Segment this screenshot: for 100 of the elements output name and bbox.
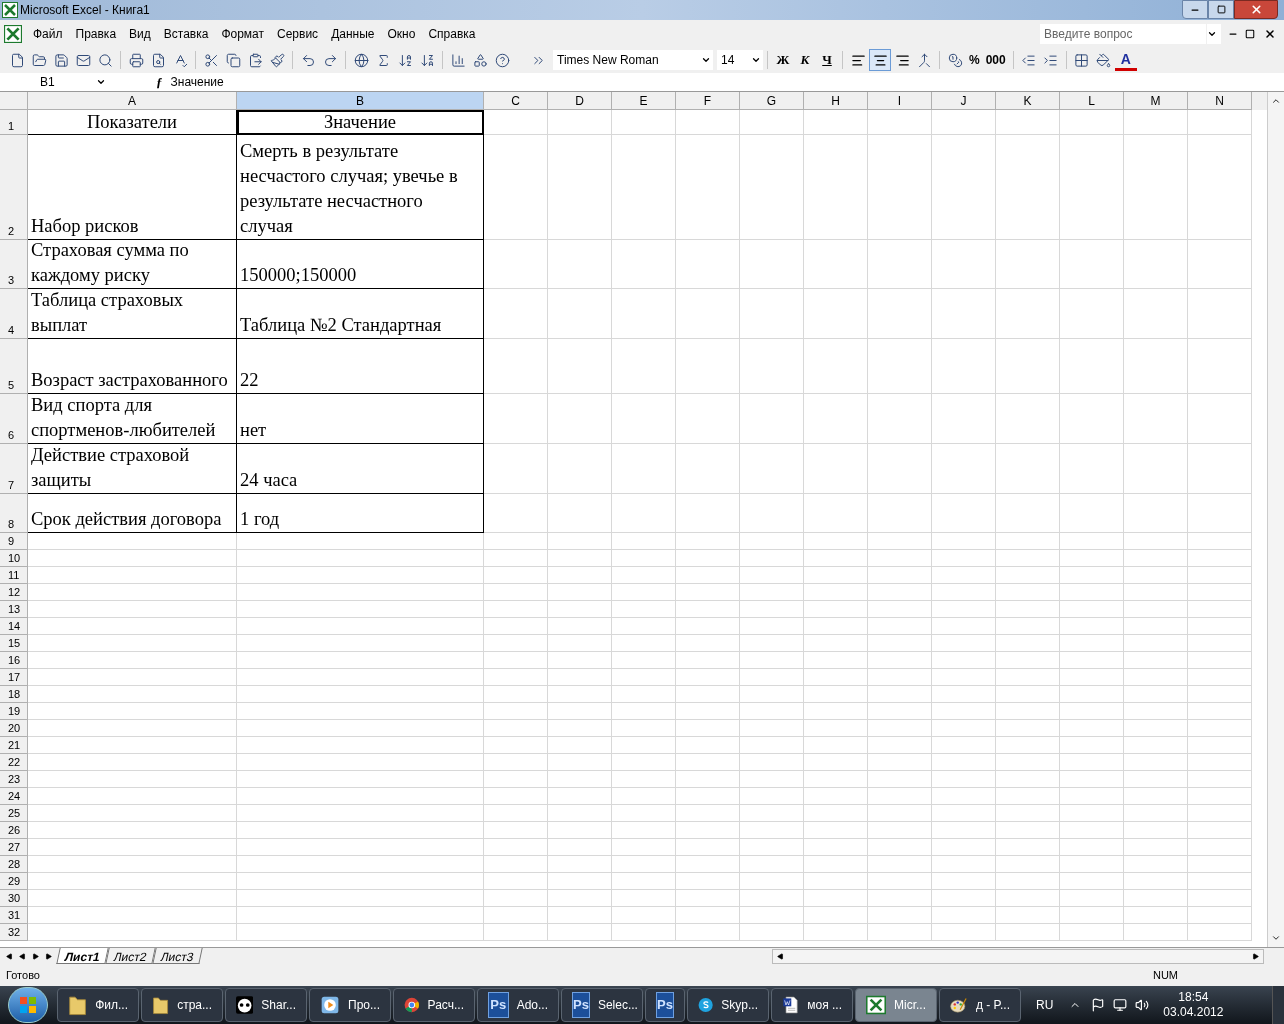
taskbar-button[interactable]: Ps xyxy=(645,988,685,1022)
align-center-button[interactable] xyxy=(869,49,891,71)
taskbar-button[interactable]: Расч... xyxy=(393,988,475,1022)
indent-decrease-icon[interactable] xyxy=(1021,52,1037,68)
column-header[interactable]: J xyxy=(932,92,996,110)
row-header[interactable]: 30 xyxy=(0,890,28,907)
row-header[interactable]: 32 xyxy=(0,924,28,941)
row-header[interactable]: 28 xyxy=(0,856,28,873)
number-format-button[interactable]: % xyxy=(966,49,983,71)
row-header[interactable]: 4 xyxy=(0,289,28,339)
new-file-icon[interactable] xyxy=(9,52,25,68)
menu-item[interactable]: Файл xyxy=(27,24,69,43)
menu-item[interactable]: Сервис xyxy=(271,24,325,43)
indent-increase-icon[interactable] xyxy=(1043,52,1059,68)
column-header[interactable]: L xyxy=(1060,92,1124,110)
taskbar-button[interactable]: д - P... xyxy=(939,988,1021,1022)
column-header[interactable]: H xyxy=(804,92,868,110)
next-sheet-icon[interactable] xyxy=(32,952,39,960)
row-header[interactable]: 31 xyxy=(0,907,28,924)
scroll-up-icon[interactable] xyxy=(1271,96,1281,106)
column-header[interactable]: N xyxy=(1188,92,1252,110)
previous-sheet-icon[interactable] xyxy=(19,952,26,960)
scroll-down-icon[interactable] xyxy=(1271,933,1281,943)
column-header[interactable]: F xyxy=(676,92,740,110)
merge-icon[interactable] xyxy=(916,52,932,68)
row-header[interactable]: 10 xyxy=(0,550,28,567)
column-header[interactable]: G xyxy=(740,92,804,110)
font-size-field[interactable]: 14 xyxy=(717,50,751,70)
row-header[interactable]: 23 xyxy=(0,771,28,788)
open-folder-icon[interactable] xyxy=(31,52,47,68)
first-sheet-icon[interactable] xyxy=(6,952,13,960)
borders-icon[interactable] xyxy=(1074,52,1090,68)
row-header[interactable]: 2 xyxy=(0,135,28,240)
row-header[interactable]: 6 xyxy=(0,394,28,444)
taskbar-button[interactable]: Shar... xyxy=(225,988,307,1022)
menu-item[interactable]: Правка xyxy=(69,24,123,43)
search-icon[interactable] xyxy=(97,52,113,68)
menu-item[interactable]: Справка xyxy=(422,24,482,43)
brush-icon[interactable] xyxy=(269,52,285,68)
row-header[interactable]: 24 xyxy=(0,788,28,805)
row-header[interactable]: 15 xyxy=(0,635,28,652)
row-header[interactable]: 17 xyxy=(0,669,28,686)
scroll-left-icon[interactable] xyxy=(777,952,784,960)
column-header[interactable]: D xyxy=(548,92,612,110)
column-header[interactable]: A xyxy=(28,92,237,110)
column-header[interactable]: I xyxy=(868,92,932,110)
sort-ascending-icon[interactable] xyxy=(397,52,413,68)
row-header[interactable]: 5 xyxy=(0,339,28,394)
volume-icon[interactable] xyxy=(1135,998,1150,1012)
sheet-tab[interactable]: Лист1 xyxy=(56,948,109,964)
flag-icon[interactable] xyxy=(1091,998,1106,1012)
row-header[interactable]: 29 xyxy=(0,873,28,890)
column-header[interactable]: E xyxy=(612,92,676,110)
menu-item[interactable]: Окно xyxy=(381,24,422,43)
formula-value[interactable]: Значение xyxy=(170,73,224,91)
language-indicator[interactable]: RU xyxy=(1036,996,1054,1014)
restore-icon[interactable] xyxy=(1245,28,1255,39)
row-header[interactable]: 11 xyxy=(0,567,28,584)
caret-icon[interactable] xyxy=(751,55,761,65)
help-icon[interactable] xyxy=(494,52,510,68)
vertical-scrollbar[interactable] xyxy=(1267,92,1284,947)
row-header[interactable]: 8 xyxy=(0,494,28,533)
save-icon[interactable] xyxy=(53,52,69,68)
chart-icon[interactable] xyxy=(450,52,466,68)
taskbar-button[interactable]: Про... xyxy=(309,988,391,1022)
row-header[interactable]: 1 xyxy=(0,110,28,135)
font-field[interactable]: Times New Roman xyxy=(553,50,701,70)
row-header[interactable]: 9 xyxy=(0,533,28,550)
row-header[interactable]: 22 xyxy=(0,754,28,771)
menu-item[interactable]: Вид xyxy=(123,24,157,43)
column-header[interactable]: M xyxy=(1124,92,1188,110)
fill-bucket-icon[interactable] xyxy=(1096,52,1112,68)
print-preview-icon[interactable] xyxy=(150,52,166,68)
copy-icon[interactable] xyxy=(225,52,241,68)
paste-icon[interactable] xyxy=(247,52,263,68)
italic-button[interactable]: К xyxy=(794,49,816,71)
taskbar-button[interactable]: стра... xyxy=(141,988,223,1022)
redo-icon[interactable] xyxy=(322,52,338,68)
taskbar-button[interactable]: моя ... xyxy=(771,988,853,1022)
caret-icon[interactable] xyxy=(701,55,711,65)
row-header[interactable]: 20 xyxy=(0,720,28,737)
start-button[interactable] xyxy=(8,987,48,1023)
row-header[interactable]: 25 xyxy=(0,805,28,822)
shapes-icon[interactable] xyxy=(472,52,488,68)
network-icon[interactable] xyxy=(1113,998,1128,1012)
printer-icon[interactable] xyxy=(128,52,144,68)
scissors-icon[interactable] xyxy=(203,52,219,68)
clock[interactable]: 18:54 03.04.2012 xyxy=(1163,990,1224,1020)
taskbar-button[interactable]: Ps Ado... xyxy=(477,988,559,1022)
currency-icon[interactable] xyxy=(947,52,963,68)
underline-button[interactable]: Ч xyxy=(816,49,838,71)
name-box[interactable]: B1 xyxy=(0,73,96,91)
row-header[interactable]: 18 xyxy=(0,686,28,703)
sheet-tab[interactable]: Лист2 xyxy=(105,948,156,964)
last-sheet-icon[interactable] xyxy=(45,952,52,960)
sort-descending-icon[interactable] xyxy=(419,52,435,68)
horizontal-scrollbar[interactable] xyxy=(772,948,1264,964)
number-format-button[interactable]: 000 xyxy=(982,49,1009,71)
taskbar-button[interactable]: Фил... xyxy=(57,988,139,1022)
bold-button[interactable]: Ж xyxy=(772,49,794,71)
